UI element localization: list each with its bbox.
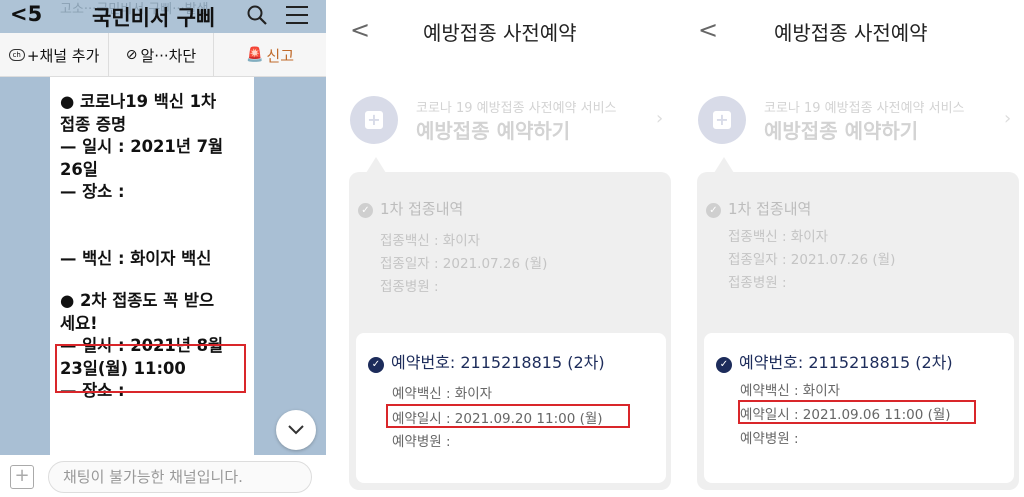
- block-channel-button[interactable]: ⊘ 알···차단: [109, 33, 214, 77]
- check-circle-icon: ✓: [368, 357, 384, 373]
- reservation-vaccine: 예약백신 : 화이자: [392, 386, 493, 402]
- chevron-right-icon: ›: [1004, 108, 1012, 129]
- channel-title: 국민비서 구삐: [92, 6, 216, 30]
- message-line: 접종 증명: [60, 114, 127, 134]
- add-channel-label: +채널 추가: [26, 46, 100, 65]
- scroll-down-button[interactable]: [276, 410, 316, 450]
- back-button[interactable]: <: [698, 16, 718, 44]
- reservation-hospital: 예약병원 :: [392, 434, 451, 450]
- dose1-title: ✓ 1차 접종내역: [706, 198, 811, 219]
- page-title: 예방접종 사전예약: [423, 21, 577, 45]
- message-bubble: ● 코로나19 백신 1차 접종 증명 — 일시 : 2021년 7월 26일 …: [50, 77, 254, 455]
- card-pointer: [714, 157, 734, 173]
- check-circle-icon: ✓: [358, 203, 373, 218]
- report-label: 신고: [266, 46, 295, 65]
- message-line: — 백신 : 화이자 백신: [60, 248, 212, 268]
- reservation-vaccine: 예약백신 : 화이자: [740, 383, 841, 399]
- message-line: 26일: [60, 159, 98, 179]
- service-link[interactable]: 예방접종 예약하기: [764, 115, 918, 144]
- dose1-title: ✓ 1차 접종내역: [358, 198, 463, 219]
- service-subtitle: 코로나 19 예방접종 사전예약 서비스: [416, 101, 617, 116]
- reservation-panel: < 예방접종 사전예약 + 코로나 19 예방접종 사전예약 서비스 예방접종 …: [336, 0, 676, 497]
- highlight-box: [55, 344, 246, 393]
- channel-chip-icon: ch: [8, 49, 25, 61]
- chat-input[interactable]: 채팅이 불가능한 채널입니다.: [48, 461, 312, 493]
- reservation-panel: < 예방접종 사전예약 + 코로나 19 예방접종 사전예약 서비스 예방접종 …: [684, 0, 1024, 497]
- dose1-hospital: 접종병원 :: [728, 275, 787, 291]
- message-line: ● 2차 접종도 꼭 받으: [60, 291, 215, 310]
- highlight-box: [738, 400, 976, 424]
- reservation-number: ✓ 예약번호: 2115218815 (2차): [368, 349, 605, 373]
- dose1-date: 접종일자 : 2021.07.26 (월): [728, 252, 896, 268]
- plus-icon[interactable]: +: [10, 465, 34, 489]
- message-line: — 일시 : 2021년 7월: [60, 137, 224, 156]
- chat-panel: 고소···국민비서 구삐···발생 <5 국민비서 구삐 ch +채널 추가 ⊘ 알…: [0, 0, 326, 497]
- card-pointer: [366, 157, 386, 173]
- service-link[interactable]: 예방접종 예약하기: [416, 115, 570, 144]
- service-subtitle: 코로나 19 예방접종 사전예약 서비스: [764, 101, 965, 116]
- block-channel-label: 알···차단: [140, 46, 197, 65]
- dose1-hospital: 접종병원 :: [380, 279, 439, 295]
- reservation-number: ✓ 예약번호: 2115218815 (2차): [716, 349, 953, 373]
- unread-count: 5: [27, 2, 43, 26]
- back-arrow-icon: <: [10, 2, 28, 26]
- search-icon[interactable]: [246, 4, 268, 26]
- dose1-vaccine: 접종백신 : 화이자: [728, 229, 829, 245]
- channel-action-bar: ch +채널 추가 ⊘ 알···차단 🚨 신고: [0, 33, 326, 77]
- message-line: 세요!: [60, 313, 98, 333]
- add-channel-button[interactable]: ch +채널 추가: [0, 33, 109, 77]
- highlight-box: [386, 404, 630, 428]
- medical-cross-icon: +: [350, 96, 398, 144]
- chevron-right-icon: ›: [656, 108, 664, 129]
- check-circle-icon: ✓: [706, 203, 721, 218]
- dose1-date: 접종일자 : 2021.07.26 (월): [380, 256, 548, 272]
- chat-input-bar: + 채팅이 불가능한 채널입니다.: [0, 455, 326, 497]
- chevron-down-icon: [288, 425, 304, 435]
- medical-cross-icon: +: [698, 96, 746, 144]
- message-line: ● 코로나19 백신 1차: [60, 92, 217, 111]
- menu-icon[interactable]: [286, 6, 308, 24]
- back-button[interactable]: <: [350, 16, 370, 44]
- siren-icon: 🚨: [245, 47, 264, 63]
- block-icon: ⊘: [125, 47, 138, 63]
- message-line: — 장소 :: [60, 182, 125, 201]
- dose1-vaccine: 접종백신 : 화이자: [380, 233, 481, 249]
- reservation-hospital: 예약병원 :: [740, 431, 799, 447]
- back-button[interactable]: <5: [10, 2, 42, 26]
- page-title: 예방접종 사전예약: [774, 21, 928, 45]
- report-button[interactable]: 🚨 신고: [214, 33, 326, 77]
- chat-header: 고소···국민비서 구삐···발생 <5 국민비서 구삐: [0, 0, 326, 33]
- check-circle-icon: ✓: [716, 357, 732, 373]
